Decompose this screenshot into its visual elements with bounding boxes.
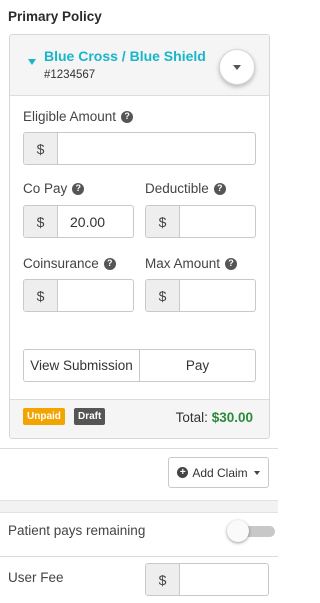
caret-down-icon (253, 470, 260, 475)
deductible-label-text: Deductible (145, 181, 209, 196)
view-submission-button[interactable]: View Submission (24, 350, 139, 381)
user-fee-field[interactable]: $ (145, 563, 269, 596)
caret-down-icon[interactable] (28, 59, 36, 65)
insurer-name[interactable]: Blue Cross / Blue Shield (44, 48, 206, 64)
co-pay-label: Co Pay ? (23, 181, 85, 196)
max-amount-field[interactable]: $ (145, 279, 256, 312)
eligible-amount-input[interactable] (58, 133, 255, 164)
dollar-addon: $ (24, 280, 58, 311)
co-pay-field[interactable]: $ 20.00 (23, 205, 134, 238)
total-label: Total: (175, 410, 208, 425)
card-footer: Unpaid Draft Total: $30.00 (10, 399, 269, 438)
policy-menu-button[interactable] (219, 49, 255, 85)
total: Total: $30.00 (176, 410, 253, 425)
max-amount-label-text: Max Amount (145, 256, 221, 271)
deductible-field[interactable]: $ (145, 205, 256, 238)
total-amount: $30.00 (211, 410, 253, 425)
coinsurance-label-text: Coinsurance (23, 256, 99, 271)
action-buttons: View Submission Pay (23, 349, 256, 382)
help-icon[interactable]: ? (225, 257, 238, 270)
max-amount-label: Max Amount ? (145, 256, 238, 271)
deductible-input[interactable] (180, 206, 255, 237)
coinsurance-label: Coinsurance ? (23, 256, 116, 271)
section-separator (0, 500, 278, 513)
policy-card: Blue Cross / Blue Shield #1234567 Eligib… (9, 34, 270, 439)
co-pay-label-text: Co Pay (23, 181, 68, 196)
add-claim-label: Add Claim (192, 465, 248, 480)
section-title: Primary Policy (8, 9, 102, 24)
toggle-knob[interactable] (227, 520, 249, 542)
max-amount-input[interactable] (180, 280, 255, 311)
add-claim-button[interactable]: + Add Claim (168, 457, 269, 488)
draft-badge: Draft (74, 408, 106, 425)
help-icon[interactable]: ? (121, 110, 134, 123)
user-fee-label: User Fee (8, 570, 64, 585)
coinsurance-field[interactable]: $ (23, 279, 134, 312)
dollar-addon: $ (24, 133, 58, 164)
dollar-addon: $ (146, 280, 180, 311)
patient-pays-remaining-toggle[interactable] (227, 520, 275, 542)
deductible-label: Deductible ? (145, 181, 226, 196)
pay-button[interactable]: Pay (139, 350, 255, 381)
dollar-addon: $ (146, 564, 180, 595)
eligible-amount-label: Eligible Amount ? (23, 109, 134, 124)
policy-number: #1234567 (44, 69, 96, 81)
dollar-addon: $ (146, 206, 180, 237)
co-pay-input[interactable]: 20.00 (58, 206, 133, 237)
divider (0, 556, 278, 557)
coinsurance-input[interactable] (58, 280, 133, 311)
help-icon[interactable]: ? (103, 257, 116, 270)
dollar-addon: $ (24, 206, 58, 237)
user-fee-input[interactable] (180, 564, 268, 595)
help-icon[interactable]: ? (72, 182, 85, 195)
chevron-down-icon (233, 65, 241, 70)
help-icon[interactable]: ? (213, 182, 226, 195)
unpaid-badge: Unpaid (23, 408, 65, 425)
policy-header[interactable]: Blue Cross / Blue Shield #1234567 (10, 35, 269, 96)
divider (0, 448, 278, 449)
eligible-amount-label-text: Eligible Amount (23, 109, 117, 124)
patient-pays-remaining-label: Patient pays remaining (8, 523, 146, 538)
eligible-amount-field[interactable]: $ (23, 132, 256, 165)
plus-circle-icon: + (177, 467, 189, 478)
